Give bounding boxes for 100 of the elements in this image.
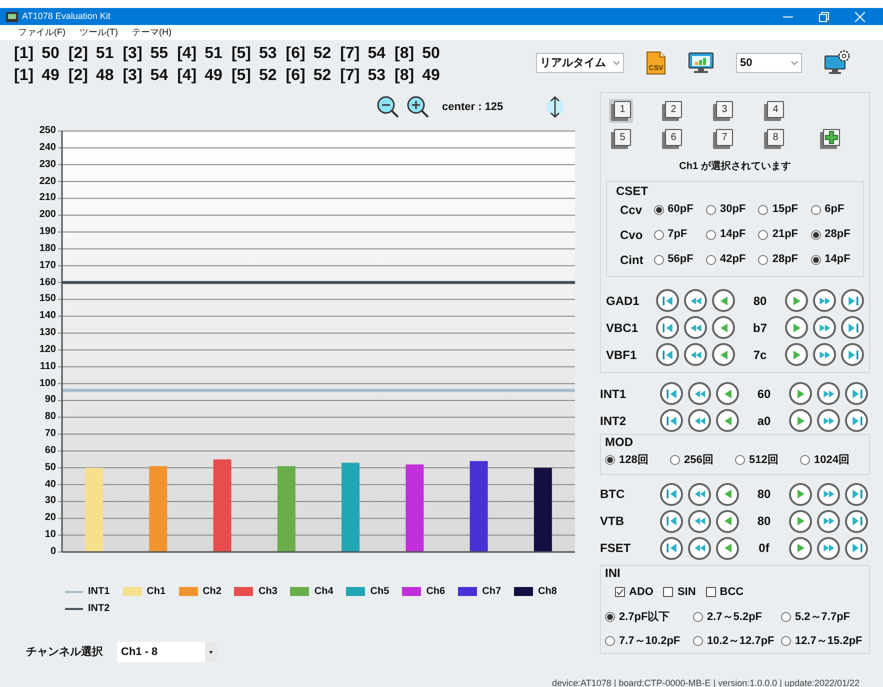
legend-swatch bbox=[122, 587, 142, 596]
radio-option[interactable]: 28pF bbox=[810, 226, 864, 243]
stepper-button[interactable] bbox=[684, 316, 707, 339]
menu-item[interactable]: ファイル(F) bbox=[18, 26, 66, 40]
stepper-button[interactable] bbox=[845, 510, 868, 532]
radio-option[interactable]: 5.2～7.7pF bbox=[781, 609, 869, 626]
channel-select-dropdown[interactable]: Ch1 - 8 bbox=[117, 642, 217, 662]
center-value: center : 125 bbox=[442, 100, 504, 115]
stepper-button[interactable] bbox=[841, 316, 864, 339]
radio-option[interactable]: 56pF bbox=[654, 251, 706, 268]
radio-option[interactable]: 12.7～15.2pF bbox=[781, 632, 869, 649]
restore-icon[interactable] bbox=[819, 12, 829, 22]
stepper-button[interactable] bbox=[660, 536, 683, 560]
stepper-button[interactable] bbox=[712, 289, 735, 312]
checkbox-option[interactable]: BCC bbox=[706, 584, 744, 600]
stepper-button[interactable] bbox=[656, 316, 679, 339]
stepper-button[interactable] bbox=[688, 409, 711, 432]
stepper-button[interactable] bbox=[789, 409, 812, 432]
stepper-button[interactable] bbox=[813, 289, 836, 312]
add-channel-button[interactable] bbox=[818, 127, 842, 151]
stepper-button[interactable] bbox=[845, 482, 868, 506]
stepper-button[interactable] bbox=[688, 482, 711, 506]
stepper-button[interactable] bbox=[716, 510, 739, 532]
radio-option[interactable]: 7pF bbox=[654, 226, 706, 243]
radio-option[interactable]: 21pF bbox=[758, 226, 811, 243]
stepper-button[interactable] bbox=[817, 482, 840, 506]
zoom-in-icon[interactable] bbox=[406, 95, 430, 119]
radio-option[interactable]: 14pF bbox=[810, 251, 864, 268]
menu-item[interactable]: ツール(T) bbox=[80, 26, 118, 40]
stepper-button[interactable] bbox=[789, 510, 812, 532]
monitor-settings-icon[interactable] bbox=[824, 50, 850, 76]
stepper-button[interactable] bbox=[716, 482, 739, 506]
radio-option[interactable]: 10.2～12.7pF bbox=[693, 632, 781, 649]
stepper-button[interactable] bbox=[712, 343, 735, 366]
stepper-button[interactable] bbox=[817, 409, 840, 432]
stepper-button[interactable] bbox=[660, 382, 683, 405]
stepper-button[interactable] bbox=[716, 409, 739, 432]
stepper-button[interactable] bbox=[785, 316, 808, 339]
stepper-button[interactable] bbox=[688, 536, 711, 560]
stepper-button[interactable] bbox=[716, 382, 739, 405]
stepper-button[interactable] bbox=[660, 482, 683, 506]
register-value: b7 bbox=[752, 320, 768, 336]
y-tick-label: 140 bbox=[38, 311, 56, 322]
stepper-button[interactable] bbox=[716, 536, 739, 560]
radio-option[interactable]: 30pF bbox=[706, 201, 758, 218]
skip-forward-icon bbox=[850, 541, 864, 555]
stepper-button[interactable] bbox=[817, 510, 840, 532]
mode-dropdown[interactable]: リアルタイム bbox=[536, 53, 624, 73]
stepper-button[interactable] bbox=[813, 316, 836, 339]
stepper-button[interactable] bbox=[845, 409, 868, 432]
radio-option[interactable]: 2.7～5.2pF bbox=[693, 609, 781, 626]
radio-option[interactable]: 14pF bbox=[706, 226, 758, 243]
stepper-button[interactable] bbox=[817, 382, 840, 405]
stepper-button[interactable] bbox=[688, 382, 711, 405]
radio-option[interactable]: 512回 bbox=[735, 452, 800, 468]
stepper-button[interactable] bbox=[688, 510, 711, 532]
zoom-out-icon[interactable] bbox=[376, 95, 400, 119]
radio-option[interactable]: 256回 bbox=[670, 452, 735, 468]
radio-option[interactable]: 42pF bbox=[706, 251, 758, 268]
y-tick-label: 110 bbox=[38, 362, 56, 372]
stepper-button[interactable] bbox=[845, 382, 868, 405]
stepper-button[interactable] bbox=[684, 289, 707, 312]
channel-index: [2] bbox=[68, 66, 88, 86]
channel-reading: 54 bbox=[368, 44, 386, 64]
checkbox-option[interactable]: ADO bbox=[615, 584, 654, 600]
radio-option[interactable]: 28pF bbox=[758, 251, 811, 268]
stepper-button[interactable] bbox=[660, 409, 683, 432]
stepper-button[interactable] bbox=[841, 289, 864, 312]
checkbox-option[interactable]: SIN bbox=[663, 584, 696, 600]
stepper-button[interactable] bbox=[684, 343, 707, 366]
radio-option[interactable]: 6pF bbox=[810, 201, 864, 218]
radio-option[interactable]: 128回 bbox=[605, 452, 670, 468]
radio-option[interactable]: 7.7～10.2pF bbox=[605, 632, 693, 649]
close-icon[interactable] bbox=[855, 12, 865, 22]
radio-option[interactable]: 1024回 bbox=[800, 452, 865, 468]
stepper-button[interactable] bbox=[656, 343, 679, 366]
stepper-button[interactable] bbox=[813, 343, 836, 366]
radio-option[interactable]: 2.7pF以下 bbox=[605, 609, 693, 626]
legend-swatch bbox=[514, 587, 534, 596]
menu-item[interactable]: テーマ(H) bbox=[132, 26, 172, 40]
channel-index: [1] bbox=[14, 66, 34, 86]
radio-option[interactable]: 60pF bbox=[654, 201, 706, 218]
stepper-button[interactable] bbox=[712, 316, 735, 339]
stepper-button[interactable] bbox=[789, 482, 812, 506]
channel-reading: 55 bbox=[150, 44, 168, 64]
channel-button[interactable]: 1 bbox=[609, 99, 633, 123]
stepper-button[interactable] bbox=[785, 289, 808, 312]
stepper-button[interactable] bbox=[785, 343, 808, 366]
stepper-button[interactable] bbox=[660, 510, 683, 532]
stepper-button[interactable] bbox=[789, 536, 812, 560]
channel-index: [8] bbox=[394, 44, 414, 64]
monitor-chart-icon[interactable] bbox=[688, 52, 714, 74]
stepper-button[interactable] bbox=[845, 536, 868, 560]
stepper-button[interactable] bbox=[656, 289, 679, 312]
stepper-button[interactable] bbox=[789, 382, 812, 405]
legend-label: Ch1 bbox=[146, 585, 166, 599]
stepper-button[interactable] bbox=[841, 343, 864, 366]
stepper-button[interactable] bbox=[817, 536, 840, 560]
radio-option[interactable]: 15pF bbox=[758, 201, 811, 218]
count-dropdown[interactable]: 50 bbox=[736, 53, 802, 73]
